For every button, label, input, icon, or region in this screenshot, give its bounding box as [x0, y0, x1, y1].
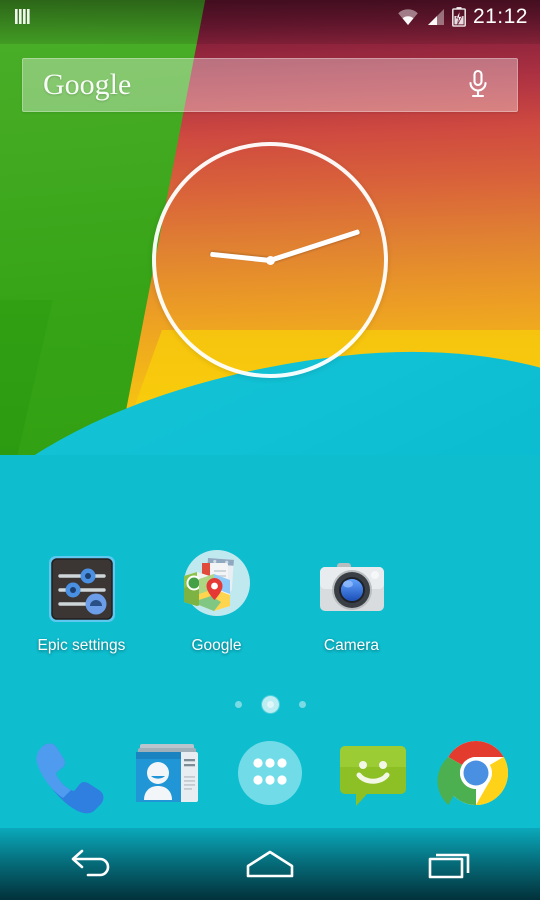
messaging-icon: [340, 746, 407, 806]
clock-center-cap: [265, 255, 275, 265]
google-logo-text: Google: [43, 68, 132, 101]
google-search-widget[interactable]: Google: [22, 58, 518, 112]
status-bar-left: [14, 7, 32, 27]
cellular-signal-icon: [426, 8, 445, 26]
status-bar-clock: 21:12: [472, 5, 528, 28]
app-icon-google-folder[interactable]: Google: [149, 550, 284, 655]
app-label: Google: [191, 637, 242, 654]
navigation-bar: [0, 828, 540, 900]
page-indicator: [0, 696, 540, 713]
nav-recents-button[interactable]: [395, 834, 505, 894]
app-label: Camera: [323, 637, 380, 654]
dock-item-messaging[interactable]: [332, 732, 414, 814]
page-dot-2-active[interactable]: [261, 696, 279, 713]
battery-charging-icon: [451, 7, 466, 27]
dock: [0, 726, 540, 820]
analog-clock-widget[interactable]: [152, 142, 388, 378]
back-arrow-icon: [71, 849, 110, 877]
app-icon-epic-settings[interactable]: Epic settings: [14, 550, 149, 655]
microphone-icon[interactable]: [461, 68, 495, 102]
dock-item-chrome[interactable]: [435, 732, 517, 814]
status-bar-right: 21:12: [397, 5, 528, 29]
phone-icon: [35, 743, 104, 814]
status-bar[interactable]: 21:12: [0, 0, 540, 34]
app-drawer-icon: [237, 741, 302, 805]
recents-icon: [428, 853, 470, 879]
page-dot-1[interactable]: [234, 701, 242, 708]
dock-item-phone[interactable]: [23, 732, 105, 814]
dock-item-app-drawer[interactable]: [229, 732, 311, 814]
app-grid: Epic settings Google Camera: [0, 550, 540, 655]
nav-home-button[interactable]: [215, 834, 325, 894]
page-dot-3[interactable]: [298, 701, 306, 708]
app-label: Epic settings: [37, 637, 126, 654]
epic-settings-icon: [43, 550, 121, 628]
chrome-icon: [437, 741, 509, 805]
notification-bars-icon: [14, 7, 32, 27]
google-folder-icon: [178, 550, 256, 628]
nav-back-button[interactable]: [35, 834, 145, 894]
android-home-screen: 21:12 Google Epic settings Google Camera: [0, 0, 540, 900]
app-icon-camera[interactable]: Camera: [284, 550, 419, 655]
dock-item-people[interactable]: [126, 732, 208, 814]
contacts-icon: [135, 744, 198, 802]
wifi-icon: [397, 8, 419, 26]
home-icon: [246, 850, 294, 878]
camera-icon: [313, 550, 391, 628]
